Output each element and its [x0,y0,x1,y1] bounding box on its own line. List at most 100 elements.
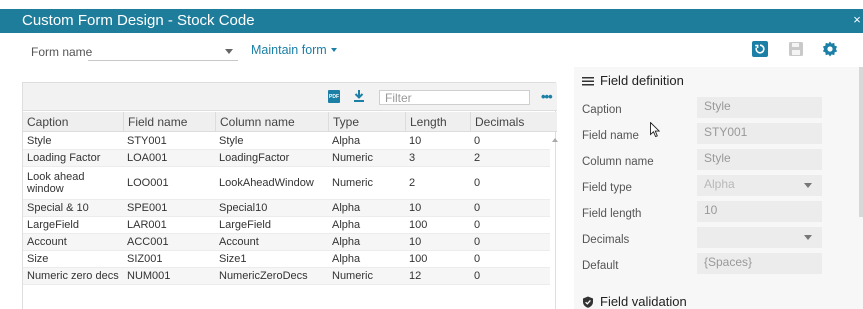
cell-column-name: LoadingFactor [219,152,290,164]
filter-input[interactable] [379,90,530,105]
cell-decimals: 0 [474,253,481,265]
field-type-label: Field type [582,182,632,194]
column-header-caption[interactable]: Caption [23,112,123,131]
field-definition-title: Field definition [600,73,684,88]
grid-toolbar: PDF ••• [23,83,557,111]
list-icon [582,75,594,87]
more-options-icon[interactable]: ••• [541,89,553,104]
column-header-field-name[interactable]: Field name [123,112,215,131]
cell-type: Alpha [332,236,361,248]
field-validation-title: Field validation [600,294,687,309]
cell-type: Numeric [332,177,373,189]
cell-type: Alpha [332,219,361,231]
grid-header: Caption Field name Column name Type Leng… [23,112,557,132]
table-row[interactable]: LargeField LAR001 LargeField Alpha 100 0 [23,217,550,234]
caption-field[interactable]: Style [697,97,822,118]
default-label: Default [582,260,619,272]
cell-decimals: 0 [474,177,481,189]
table-row[interactable]: Size SIZ001 Size1 Alpha 100 0 [23,251,550,268]
cell-column-name: NumericZeroDecs [219,270,308,282]
table-row[interactable]: Account ACC001 Account Alpha 10 0 [23,234,550,251]
cell-caption: Special & 10 [27,202,89,214]
cell-type: Numeric [332,270,373,282]
cell-caption: LargeField [27,219,79,231]
field-type-select[interactable]: Alpha [697,175,822,196]
cell-type: Alpha [332,253,361,265]
cell-caption: Style [27,135,52,147]
column-header-column-name[interactable]: Column name [215,112,328,131]
panel-scrollbar[interactable] [859,67,863,217]
cell-decimals: 0 [474,135,481,147]
cell-field-name: NUM001 [127,270,171,282]
cell-field-name: LOA001 [127,152,168,164]
cell-column-name: Size1 [219,253,247,265]
form-name-label: Form name [31,45,93,59]
pdf-icon-label: PDF [329,94,339,100]
cell-length: 10 [409,135,422,147]
save-icon[interactable] [788,41,804,57]
column-header-length[interactable]: Length [405,112,470,131]
chevron-down-icon [804,183,812,188]
window-titlebar: Custom Form Design - Stock Code × [0,9,863,33]
cell-length: 100 [409,219,428,231]
field-length-label: Field length [582,208,642,220]
table-row[interactable]: Numeric zero decs NUM001 NumericZeroDecs… [23,268,550,285]
form-name-select[interactable] [88,41,238,61]
cell-caption: Numeric zero decs [27,270,119,282]
cell-length: 100 [409,253,428,265]
table-row[interactable]: Style STY001 Style Alpha 10 0 [23,133,550,150]
cell-column-name: Account [219,236,259,248]
cell-decimals: 0 [474,202,481,214]
cell-column-name: LookAheadWindow [219,177,314,189]
cell-length: 10 [409,202,422,214]
field-length-field[interactable]: 10 [697,201,822,222]
grid-body: Style STY001 Style Alpha 10 0 Loading Fa… [23,133,550,285]
shield-check-icon [582,296,594,308]
cell-type: Alpha [332,202,361,214]
window-title: Custom Form Design - Stock Code [22,12,255,29]
cell-type: Numeric [332,152,373,164]
table-row[interactable]: Loading Factor LOA001 LoadingFactor Nume… [23,150,550,167]
chevron-down-icon [330,48,337,52]
default-field[interactable]: {Spaces} [697,253,822,274]
field-name-field[interactable]: STY001 [697,123,822,144]
refresh-icon[interactable] [752,41,768,57]
cell-field-name: SIZ001 [127,253,163,265]
table-row[interactable]: Look ahead window LOO001 LookAheadWindow… [23,167,550,200]
cell-length: 12 [409,270,422,282]
scroll-up-arrow[interactable] [552,138,558,142]
cell-field-name: LAR001 [127,219,167,231]
gear-icon[interactable] [822,41,838,57]
cell-decimals: 2 [474,152,481,164]
cell-column-name: LargeField [219,219,271,231]
cell-column-name: Special10 [219,202,268,214]
cell-length: 10 [409,236,422,248]
field-type-value: Alpha [704,177,735,191]
download-icon[interactable] [353,89,365,103]
table-row[interactable]: Special & 10 SPE001 Special10 Alpha 10 0 [23,200,550,217]
decimals-label: Decimals [582,234,630,246]
cell-field-name: STY001 [127,135,167,147]
caption-label: Caption [582,104,622,116]
pdf-export-icon[interactable]: PDF [328,90,340,103]
chevron-down-icon [225,49,233,54]
cell-caption: Account [27,236,67,248]
field-definition-panel: Field definition Caption Style Field nam… [574,67,863,309]
column-name-field[interactable]: Style [697,149,822,170]
chevron-down-icon [804,235,812,240]
decimals-select[interactable] [697,227,822,248]
cell-caption: Size [27,253,49,265]
mouse-cursor-icon [650,121,661,138]
cell-length: 2 [409,177,416,189]
cell-decimals: 0 [474,236,481,248]
maintain-form-label: Maintain form [251,43,327,57]
close-icon[interactable]: × [851,12,863,27]
column-header-type[interactable]: Type [328,112,405,131]
cell-field-name: LOO001 [127,177,169,189]
column-header-decimals[interactable]: Decimals [470,112,557,131]
cell-length: 3 [409,152,416,164]
column-name-label: Column name [582,156,654,168]
maintain-form-menu[interactable]: Maintain form [251,43,337,57]
fields-grid: PDF ••• Caption Field name Column name T… [22,82,558,309]
cell-column-name: Style [219,135,244,147]
